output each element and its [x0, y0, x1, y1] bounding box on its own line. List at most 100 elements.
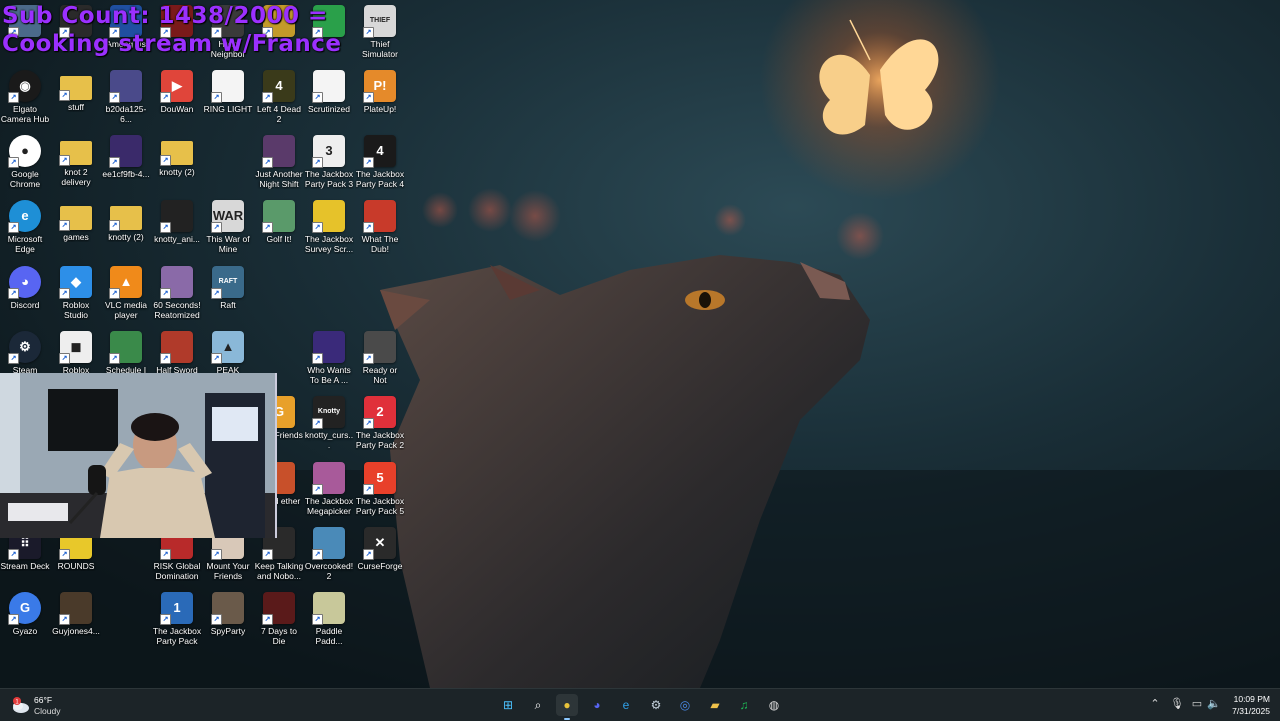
desktop-icon[interactable]: THIEF ↗ Thief Simulator: [355, 5, 405, 59]
desktop-icon-label: Guyjones4...: [52, 626, 100, 636]
desktop-icon[interactable]: ↗ knotty_ani...: [152, 200, 202, 244]
desktop-icon[interactable]: RAFT ↗ Raft: [203, 266, 253, 310]
gyazo-icon: G ↗: [8, 592, 41, 625]
chevron-up-icon[interactable]: ⌃: [1148, 697, 1162, 710]
chrome-icon: ● ↗: [8, 135, 41, 168]
desktop-icon[interactable]: 5 ↗ The Jackbox Party Pack 5: [355, 462, 405, 516]
desktop-icon[interactable]: ▲ ↗ VLC media player: [101, 266, 151, 320]
start-button[interactable]: ⊞: [497, 694, 519, 716]
taskbar-obs[interactable]: ◍: [763, 694, 785, 716]
desktop-icon-label: 7 Days to Die: [261, 626, 297, 646]
desktop-icon[interactable]: ↗ Ready or Not: [355, 331, 405, 385]
desktop-icon[interactable]: ↗ 7 Days to Die: [254, 592, 304, 646]
desktop-icon[interactable]: ↗ knot 2 delivery: [51, 135, 101, 187]
shortcut-arrow-icon: ↗: [312, 614, 323, 625]
desktop-icon[interactable]: ↗ Half Sword: [152, 331, 202, 375]
desktop-icon[interactable]: ⚙ ↗ Steam: [0, 331, 50, 375]
shortcut-arrow-icon: ↗: [109, 220, 120, 231]
desktop-icon[interactable]: WAR ↗ This War of Mine: [203, 200, 253, 254]
desktop-icon[interactable]: 4 ↗ Left 4 Dead 2: [254, 70, 304, 124]
desktop-icon[interactable]: 4 ↗ The Jackbox Party Pack 4: [355, 135, 405, 189]
desktop-icon[interactable]: ◕ ↗ Discord: [0, 266, 50, 310]
shortcut-arrow-icon: ↗: [59, 90, 70, 101]
desktop-icon[interactable]: ↗ knotty (2): [101, 200, 151, 242]
shortcut-arrow-icon: ↗: [211, 92, 222, 103]
cursor-icon: Knotty ↗: [312, 396, 345, 429]
desktop-icon[interactable]: ↗ games: [51, 200, 101, 242]
document-icon: ↗: [312, 70, 345, 103]
shortcut-arrow-icon: ↗: [363, 418, 374, 429]
desktop-icon[interactable]: ↗: [304, 5, 354, 39]
taskbar-app[interactable]: ◎: [674, 694, 696, 716]
desktop-icon-label: knotty (2): [108, 232, 144, 242]
image-icon: ↗: [109, 135, 142, 168]
desktop-icon-label: Microsoft Edge: [7, 234, 43, 254]
desktop-icon[interactable]: ↗ RING LIGHT: [203, 70, 253, 114]
desktop-icon[interactable]: ↗ Just Another Night Shift: [254, 135, 304, 189]
taskbar-edge[interactable]: e: [615, 694, 637, 716]
game-icon: ↗: [262, 135, 295, 168]
desktop-icon-label: Just Another Night Shift: [255, 169, 303, 189]
desktop-icon[interactable]: ▲ ↗ PEAK: [203, 331, 253, 375]
volume-icon[interactable]: 🔈: [1207, 697, 1221, 710]
desktop-icon[interactable]: ↗ Who Wants To Be A ...: [304, 331, 354, 385]
taskbar-file-explorer[interactable]: ▰: [704, 694, 726, 716]
desktop-icon[interactable]: ↗ knotty (2): [152, 135, 202, 177]
desktop-icon[interactable]: ↗ What The Dub!: [355, 200, 405, 254]
desktop-icon[interactable]: ▶ ↗ DouWan: [152, 70, 202, 114]
shortcut-arrow-icon: ↗: [109, 157, 120, 168]
desktop-icon[interactable]: ↗: [51, 5, 101, 39]
desktop-icon[interactable]: 2 ↗ The Jackbox Party Pack 2: [355, 396, 405, 450]
desktop-icon-label: Roblox Studio: [62, 300, 90, 320]
desktop-icon-label: knotty_ani...: [154, 234, 200, 244]
desktop-icon[interactable]: ↗ stuff: [51, 70, 101, 112]
network-icon[interactable]: ▭: [1190, 697, 1204, 710]
taskbar-spotify[interactable]: ♫: [733, 694, 755, 716]
desktop-icon-label: The Jackbox Party Pack 2: [355, 430, 405, 450]
desktop-icon[interactable]: ↗ Hello Neighbor: [203, 5, 253, 59]
desktop-icon-label: The Jackbox Party Pack: [152, 626, 202, 646]
desktop-icon[interactable]: ↗ Golf It!: [254, 200, 304, 244]
desktop-icon[interactable]: ↗ b20da125-6...: [101, 70, 151, 124]
desktop-icon[interactable]: e ↗ Microsoft Edge: [0, 200, 50, 254]
desktop-icon-label: The Jackbox Party Pack 4: [355, 169, 405, 189]
desktop-icon[interactable]: ● ↗ Google Chrome: [0, 135, 50, 189]
desktop-icon-label: Scrutinized: [307, 104, 351, 114]
shortcut-arrow-icon: ↗: [363, 157, 374, 168]
desktop-icon[interactable]: ✕ ↗ CurseForge: [355, 527, 405, 571]
taskbar-discord[interactable]: ◕: [586, 694, 608, 716]
desktop-icon[interactable]: ↗ Among Us: [101, 5, 151, 49]
desktop-icon-label: knot 2 delivery: [61, 167, 91, 187]
cloud-icon: 1: [13, 697, 29, 713]
search-button[interactable]: ⌕: [527, 694, 549, 716]
desktop-icon-label: Raft: [220, 300, 236, 310]
desktop-icon[interactable]: 3 ↗ The Jackbox Party Pack 3: [304, 135, 354, 189]
system-clock[interactable]: 10:09 PM 7/31/2025: [1232, 693, 1270, 717]
desktop-icon[interactable]: ↗ 60 Seconds! Reatomized: [152, 266, 202, 320]
desktop-icon[interactable]: ◉ ↗ Elgato Camera Hub: [0, 70, 50, 124]
microphone-icon[interactable]: 🎙: [1170, 697, 1184, 710]
taskbar-chrome[interactable]: ●: [556, 694, 578, 720]
desktop-icon[interactable]: 1 ↗ The Jackbox Party Pack: [152, 592, 202, 646]
desktop-icon[interactable]: ↗: [152, 5, 202, 39]
desktop-icon[interactable]: ↗: [254, 5, 304, 39]
shortcut-arrow-icon: ↗: [8, 27, 19, 38]
shortcut-arrow-icon: ↗: [312, 157, 323, 168]
desktop-icon[interactable]: G ↗ Gyazo: [0, 592, 50, 636]
desktop-icon[interactable]: ↗ The Jackbox Survey Scr...: [304, 200, 354, 254]
taskbar-steam[interactable]: ⚙: [645, 694, 667, 716]
desktop-icon[interactable]: P! ↗ PlateUp!: [355, 70, 405, 114]
desktop-icon[interactable]: ↗: [0, 5, 50, 39]
desktop-icon[interactable]: ↗ SpyParty: [203, 592, 253, 636]
vlc-icon: ▲ ↗: [109, 266, 142, 299]
desktop-icon[interactable]: ↗ Overcooked! 2: [304, 527, 354, 581]
desktop-icon[interactable]: ↗ ee1cf9fb-4...: [101, 135, 151, 179]
desktop-icon[interactable]: ↗ Schedule I: [101, 331, 151, 375]
desktop-icon[interactable]: ↗ Guyjones4...: [51, 592, 101, 636]
desktop-icon[interactable]: ◆ ↗ Roblox Studio: [51, 266, 101, 320]
desktop-icon[interactable]: ↗ The Jackbox Megapicker: [304, 462, 354, 516]
desktop-icon[interactable]: ↗ Paddle Padd...: [304, 592, 354, 646]
desktop-icon[interactable]: Knotty ↗ knotty_curs...: [304, 396, 354, 450]
desktop-icon[interactable]: ↗ Scrutinized: [304, 70, 354, 114]
shortcut-arrow-icon: ↗: [59, 27, 70, 38]
